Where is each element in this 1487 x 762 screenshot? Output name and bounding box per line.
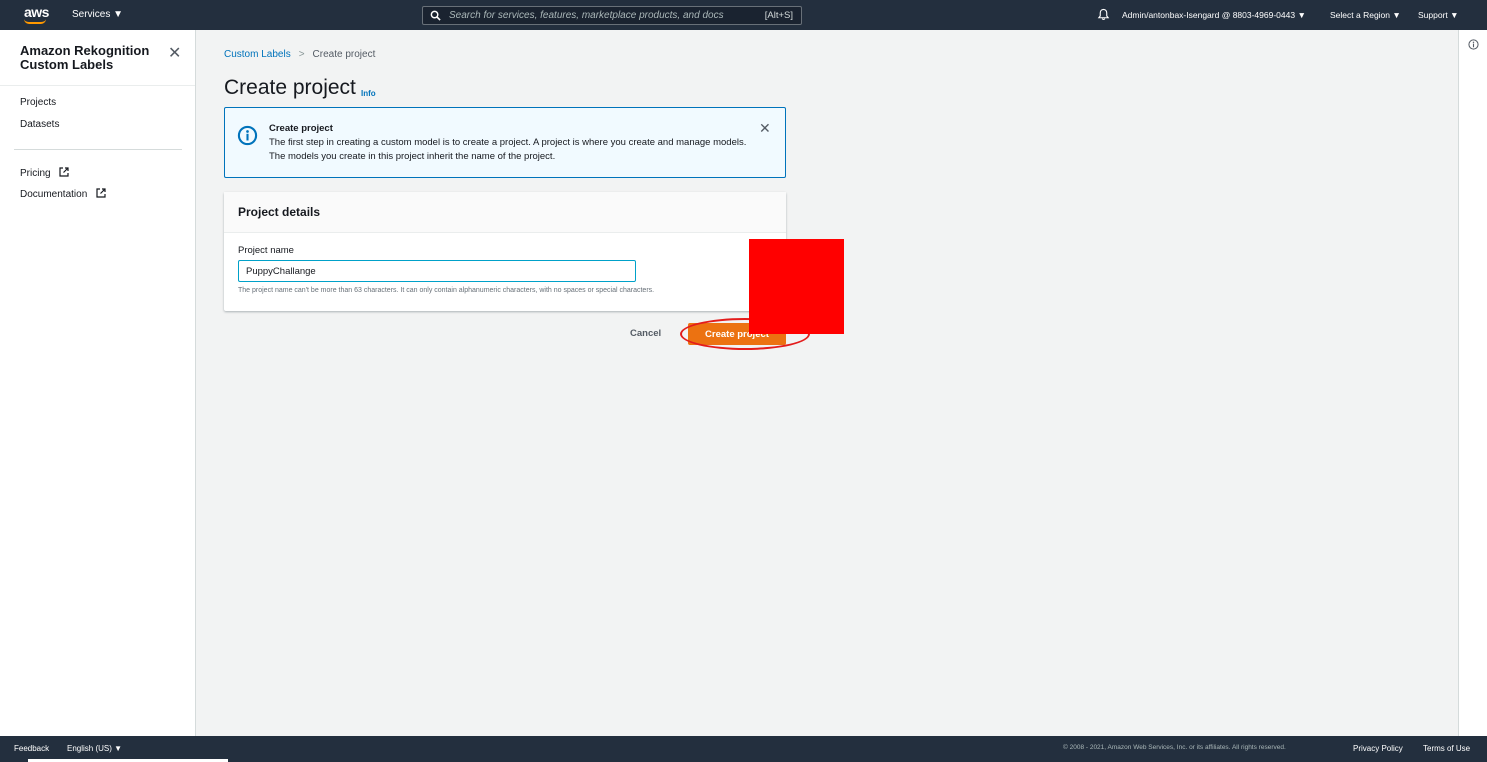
breadcrumb: Custom Labels > Create project (224, 49, 375, 60)
info-link[interactable]: Info (361, 89, 376, 98)
language-selector[interactable]: English (US) ▼ (67, 744, 122, 753)
panel-title: Project details (238, 205, 321, 219)
sidebar-item-label: Documentation (20, 189, 88, 200)
bell-icon[interactable] (1097, 8, 1110, 21)
region-menu[interactable]: Select a Region ▼ (1330, 10, 1401, 20)
breadcrumb-current: Create project (312, 49, 376, 60)
close-icon[interactable]: ✕ (168, 43, 181, 63)
info-icon[interactable] (1468, 39, 1479, 50)
sidenav-title[interactable]: Amazon Rekognition Custom Labels (20, 44, 150, 72)
help-panel-rail (1458, 30, 1487, 736)
project-details-panel: Project details Project name The project… (224, 192, 786, 311)
project-name-hint: The project name can't be more than 63 c… (238, 287, 655, 294)
info-circle-icon (237, 125, 258, 146)
copyright-text: © 2008 - 2021, Amazon Web Services, Inc.… (1063, 744, 1286, 751)
privacy-policy-link[interactable]: Privacy Policy (1353, 744, 1403, 753)
sidebar-item-documentation[interactable]: Documentation (20, 188, 106, 200)
page-title: Create project (224, 76, 356, 99)
close-icon[interactable]: ✕ (759, 120, 771, 137)
project-name-label: Project name (238, 245, 294, 256)
project-name-input[interactable] (238, 260, 636, 282)
account-menu[interactable]: Admin/antonbax-Isengard @ 8803-4969-0443… (1122, 10, 1306, 20)
panel-header: Project details (224, 192, 786, 233)
sidebar-item-label: Pricing (20, 168, 51, 179)
services-menu[interactable]: Services ▼ (72, 9, 123, 20)
aws-logo[interactable]: aws (24, 4, 49, 20)
sidebar-item-datasets[interactable]: Datasets (20, 119, 59, 130)
external-link-icon (96, 188, 106, 198)
breadcrumb-separator: > (298, 49, 305, 60)
sidebar-item-pricing[interactable]: Pricing (20, 167, 69, 179)
support-menu[interactable]: Support ▼ (1418, 10, 1459, 20)
side-navigation: Amazon Rekognition Custom Labels ✕ Proje… (0, 30, 196, 736)
search-icon (430, 10, 441, 21)
divider (14, 149, 182, 150)
search-shortcut: [Alt+S] (764, 10, 793, 21)
feedback-link[interactable]: Feedback (14, 744, 49, 753)
flash-message: The first step in creating a custom mode… (269, 137, 747, 162)
search-placeholder: Search for services, features, marketpla… (449, 10, 724, 21)
aws-logo-smile (24, 19, 46, 24)
terms-of-use-link[interactable]: Terms of Use (1423, 744, 1470, 753)
external-link-icon (59, 167, 69, 177)
info-flashbar: Create project The first step in creatin… (224, 107, 786, 178)
annotation-red-box (749, 239, 844, 334)
sidebar-item-projects[interactable]: Projects (20, 97, 56, 108)
breadcrumb-custom-labels[interactable]: Custom Labels (224, 49, 291, 60)
divider (0, 85, 195, 86)
top-navigation: aws Services ▼ Search for services, feat… (0, 0, 1487, 30)
search-bar[interactable]: Search for services, features, marketpla… (422, 6, 802, 25)
cancel-button[interactable]: Cancel (630, 328, 661, 339)
flash-title: Create project (269, 123, 333, 134)
footer: Feedback English (US) ▼ © 2008 - 2021, A… (0, 736, 1487, 762)
